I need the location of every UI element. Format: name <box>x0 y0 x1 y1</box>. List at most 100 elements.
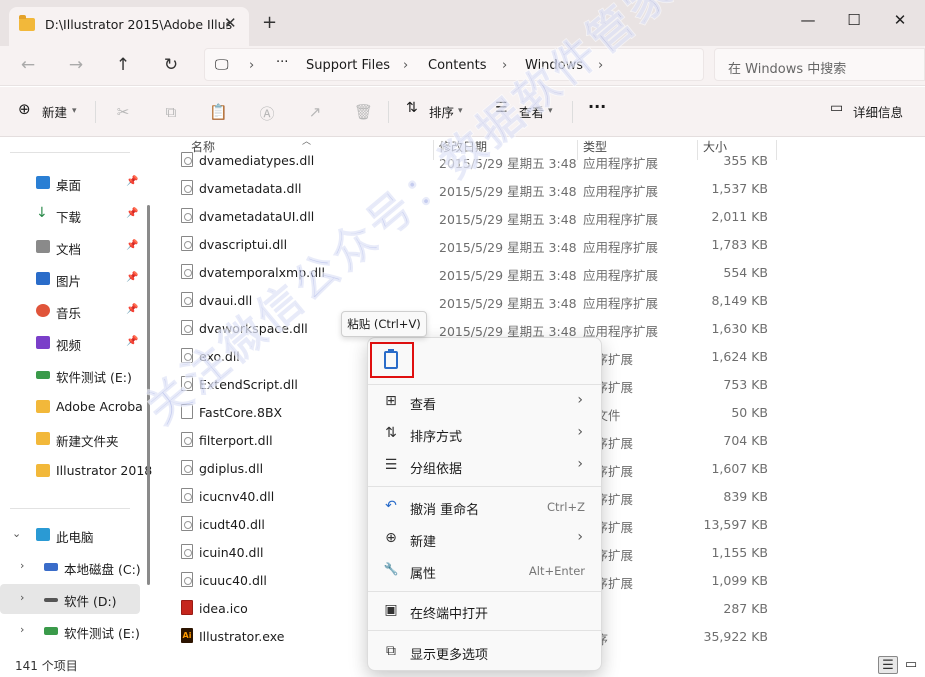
sort-icon: ⇅ <box>406 100 418 116</box>
folder-icon <box>36 400 50 413</box>
breadcrumb[interactable]: 🖵 › ··· Support Files › Contents › Windo… <box>204 48 704 81</box>
menu-item-label: 显示更多选项 <box>410 648 489 663</box>
undo-icon: ↶ <box>385 498 397 514</box>
file-row[interactable]: dvatemporalxmp.dll 2015/5/29 星期五 3:48 应用程序… <box>162 258 782 286</box>
sidebar-item-desktop[interactable]: 桌面 📌 <box>0 168 140 198</box>
sidebar-scrollbar[interactable] <box>147 205 150 585</box>
file-row[interactable]: dvametadata.dll 2015/5/29 星期五 3:48 应用程序扩展 1… <box>162 174 782 202</box>
menu-item-undo-rename[interactable]: ↶ 撤消 重命名 Ctrl+Z <box>372 492 597 522</box>
menu-item-show-more-options[interactable]: ⧉ 显示更多选项 <box>372 637 597 667</box>
sidebar-item-adobe-acrobat[interactable]: Adobe Acroba <box>0 392 143 422</box>
menu-item-properties[interactable]: 🔧 属性 Alt+Enter <box>372 556 597 586</box>
copy-icon[interactable]: ⧉ <box>162 103 180 121</box>
file-row[interactable]: dvaui.dll 2015/5/29 星期五 3:48 应用程序扩展 8,149 K… <box>162 286 782 314</box>
file-size: 8,149 KB <box>711 293 768 308</box>
plus-circle-icon: ⊕ <box>18 100 31 118</box>
plus-circle-icon: ⊕ <box>385 530 397 546</box>
file-name: dvatemporalxmp.dll <box>199 265 325 280</box>
sidebar-item-new-folder[interactable]: 新建文件夹 <box>0 424 140 454</box>
maximize-button[interactable]: ☐ <box>831 6 877 34</box>
more-options-button[interactable]: ··· <box>588 97 606 119</box>
minimize-button[interactable]: — <box>785 6 831 34</box>
more-options-icon: ⧉ <box>386 643 396 659</box>
menu-item-view[interactable]: ⊞ 查看 › <box>372 387 597 417</box>
chevron-right-icon: › <box>577 529 583 545</box>
delete-icon[interactable]: 🗑 <box>354 103 373 121</box>
cut-icon[interactable]: ✂ <box>114 103 132 121</box>
sort-icon: ⇅ <box>385 425 397 441</box>
search-input[interactable]: 在 Windows 中搜索 <box>714 48 925 81</box>
rename-icon[interactable]: Ⓐ <box>258 103 276 123</box>
details-button[interactable]: 详细信息 <box>853 102 903 124</box>
breadcrumb-contents[interactable]: Contents <box>428 58 486 73</box>
file-row[interactable]: dvascriptui.dll 2015/5/29 星期五 3:48 应用程序扩展 1… <box>162 230 782 258</box>
forward-button[interactable]: → <box>64 54 88 78</box>
drive-icon <box>36 371 50 379</box>
chevron-right-icon: › <box>20 623 25 636</box>
new-tab-button[interactable]: + <box>262 12 277 33</box>
file-type: 应用程序扩展 <box>583 296 659 311</box>
sort-button[interactable]: 排序 <box>429 102 454 124</box>
breadcrumb-ellipsis[interactable]: ··· <box>276 55 288 70</box>
chevron-right-icon: › <box>403 58 409 73</box>
sidebar-item-drive-c[interactable]: › 本地磁盘 (C:) <box>0 552 141 582</box>
paste-icon[interactable]: 📋 <box>209 103 228 121</box>
wrench-icon: 🔧 <box>383 562 399 576</box>
file-size: 2,011 KB <box>711 209 768 224</box>
window-tab[interactable]: D:\Illustrator 2015\Adobe Illus ✕ <box>9 7 249 46</box>
up-button[interactable]: ↑ <box>111 54 135 78</box>
close-window-button[interactable]: ✕ <box>877 6 923 34</box>
menu-item-sort-by[interactable]: ⇅ 排序方式 › <box>372 419 597 449</box>
menu-item-label: 排序方式 <box>410 430 463 445</box>
sidebar-item-label: 音乐 <box>56 306 82 321</box>
sidebar-item-label: 文档 <box>56 242 82 257</box>
sidebar-item-label: 图片 <box>56 274 82 289</box>
dll-file-icon <box>181 180 193 195</box>
refresh-button[interactable]: ↻ <box>159 54 183 78</box>
dll-file-icon <box>181 572 193 587</box>
file-name: dvascriptui.dll <box>199 237 288 252</box>
file-size: 753 KB <box>723 377 768 392</box>
file-name: icudt40.dll <box>199 517 265 532</box>
file-row[interactable]: dvametadataUI.dll 2015/5/29 星期五 3:48 应用程序扩… <box>162 202 782 230</box>
breadcrumb-windows[interactable]: Windows <box>525 58 583 73</box>
dll-file-icon <box>181 152 193 167</box>
sidebar-item-this-pc[interactable]: ⌄ 此电脑 <box>0 520 140 550</box>
menu-divider <box>368 384 601 385</box>
pictures-icon <box>36 272 50 285</box>
documents-icon <box>36 240 50 253</box>
new-button[interactable]: 新建 <box>42 102 67 124</box>
menu-item-group-by[interactable]: ☰ 分组依据 › <box>372 451 597 481</box>
sidebar-item-label: 软件测试 (E:) <box>56 370 132 385</box>
dll-file-icon <box>181 432 193 447</box>
dll-file-icon <box>181 376 193 391</box>
menu-item-new[interactable]: ⊕ 新建 › <box>372 524 597 554</box>
details-view-button[interactable]: ☰ <box>878 656 898 674</box>
menu-item-shortcut: Ctrl+Z <box>547 500 585 514</box>
tab-close-button[interactable]: ✕ <box>224 14 237 32</box>
sidebar-item-videos[interactable]: 视频 📌 <box>0 328 140 358</box>
tiles-view-button[interactable]: ▭ <box>901 656 921 674</box>
file-size: 1,099 KB <box>711 573 768 588</box>
paste-button[interactable] <box>370 342 414 378</box>
sidebar-item-drive-e-pc[interactable]: › 软件测试 (E:) <box>0 616 140 646</box>
view-button[interactable]: 查看 <box>519 102 544 124</box>
sidebar-item-illustrator-2018[interactable]: Illustrator 2018 <box>0 456 152 486</box>
sidebar-item-documents[interactable]: 文档 📌 <box>0 232 140 262</box>
sidebar-item-drive-e[interactable]: 软件测试 (E:) <box>0 360 140 390</box>
chevron-right-icon: › <box>20 591 25 604</box>
sidebar-item-pictures[interactable]: 图片 📌 <box>0 264 140 294</box>
back-button[interactable]: ← <box>16 54 40 78</box>
menu-item-open-in-terminal[interactable]: ▣ 在终端中打开 <box>372 596 597 626</box>
sidebar-item-music[interactable]: 音乐 📌 <box>0 296 140 326</box>
breadcrumb-support-files[interactable]: Support Files <box>306 58 390 73</box>
file-row[interactable]: dvamediatypes.dll 2015/5/29 星期五 3:48 应用程序扩… <box>162 148 782 174</box>
sidebar-item-drive-d[interactable]: › 软件 (D:) <box>0 584 140 614</box>
drive-icon <box>44 563 58 571</box>
pin-icon: 📌 <box>126 208 139 219</box>
file-size: 287 KB <box>723 601 768 616</box>
share-icon[interactable]: ↗ <box>306 103 324 121</box>
sidebar-item-downloads[interactable]: ↓ 下载 📌 <box>0 200 140 230</box>
file-size: 1,624 KB <box>711 349 768 364</box>
sort-ascending-icon: ︿ <box>302 137 312 147</box>
